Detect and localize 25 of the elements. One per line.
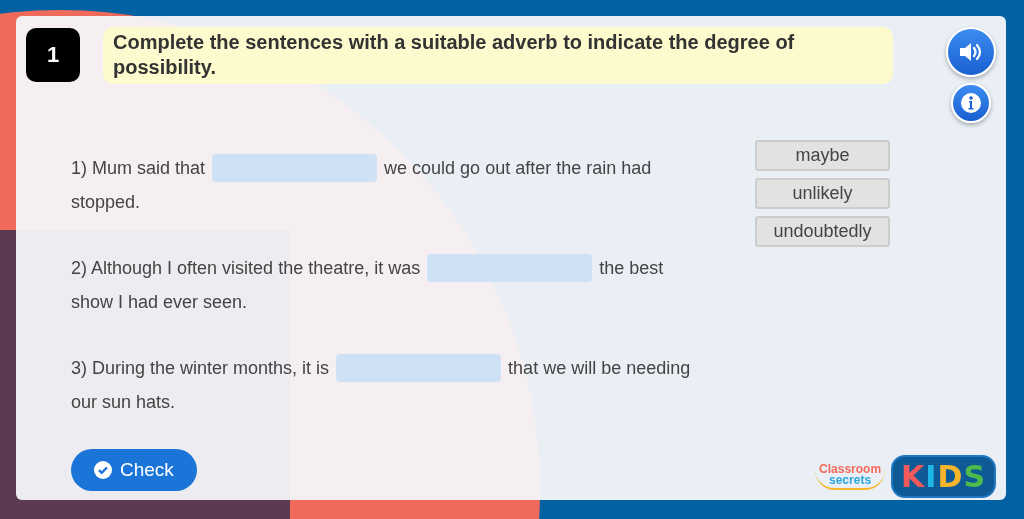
info-button[interactable] [951,83,991,123]
sentence-text: our sun hats. [71,391,176,414]
check-circle-icon [94,460,112,479]
question-number: 1 [26,28,80,82]
sentence-text: 3) During the winter months, it is [71,357,330,380]
word-tile[interactable]: undoubtedly [755,216,890,247]
word-tile[interactable]: unlikely [755,178,890,209]
sentence-text: stopped. [71,191,141,214]
check-button[interactable]: Check [71,448,197,491]
sentence-text: that we will be needing [508,357,691,380]
kids-badge: KIDS [891,455,996,498]
speaker-icon [958,41,984,63]
answer-field[interactable] [427,254,593,282]
audio-button[interactable] [946,27,996,77]
answer-field[interactable] [336,354,502,382]
sentence-text: 2) Although I often visited the theatre, it was [71,257,421,280]
sentence-text: 1) Mum said that [71,157,206,180]
sentence-text: show I had ever seen. [71,291,248,314]
instruction-text: Complete the sentences with a suitable adverb to indicate the degree of possibility. [103,27,893,84]
answer-field[interactable] [212,154,378,182]
sentence-text: the best [599,257,664,280]
word-tile[interactable]: maybe [755,140,890,171]
brand-logo: Classroom secrets [815,463,886,490]
info-icon [960,92,982,114]
sentence-text: we could go out after the rain had [384,157,652,180]
